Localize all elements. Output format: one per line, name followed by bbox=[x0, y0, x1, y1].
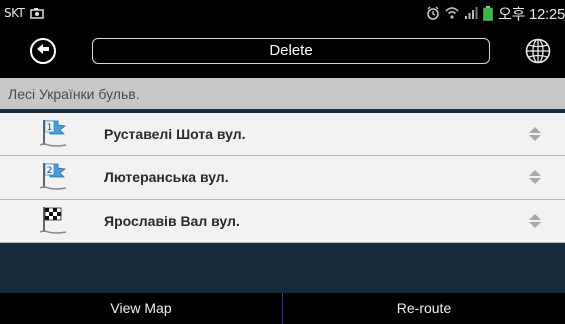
route-start-header: Лесі Українки бульв. bbox=[0, 78, 565, 111]
back-button[interactable] bbox=[30, 38, 56, 64]
drag-handle-icon[interactable] bbox=[528, 213, 542, 229]
delete-button[interactable]: Delete bbox=[92, 38, 490, 64]
svg-text:1: 1 bbox=[47, 123, 53, 133]
view-map-button[interactable]: View Map bbox=[0, 293, 282, 324]
wifi-icon bbox=[445, 6, 459, 20]
alarm-icon bbox=[426, 6, 440, 20]
waypoint-label: Ярославів Вал вул. bbox=[104, 213, 240, 229]
svg-text:2: 2 bbox=[47, 166, 53, 176]
signal-icon bbox=[464, 6, 478, 20]
checkered-flag-icon bbox=[39, 205, 70, 235]
drag-handle-icon[interactable] bbox=[528, 126, 542, 142]
list-item[interactable]: 2 Лютеранська вул. bbox=[0, 156, 565, 200]
clock-time: 오후 12:25 bbox=[498, 5, 565, 23]
battery-icon bbox=[483, 5, 493, 21]
globe-button[interactable] bbox=[524, 37, 552, 65]
carrier-label: SKT bbox=[4, 6, 25, 20]
back-arrow-icon bbox=[36, 42, 50, 60]
route-waypoint-list: 1 Руставелі Шота вул. 2 Лютеранська вул. bbox=[0, 113, 565, 243]
reroute-button[interactable]: Re-route bbox=[283, 293, 565, 324]
waypoint-flag-1-icon: 1 bbox=[39, 118, 70, 148]
waypoint-label: Лютеранська вул. bbox=[104, 169, 229, 185]
globe-icon bbox=[524, 38, 552, 69]
drag-handle-icon[interactable] bbox=[528, 169, 542, 185]
waypoint-flag-2-icon: 2 bbox=[39, 161, 70, 191]
toolbar: Delete bbox=[0, 26, 565, 78]
list-item[interactable]: Ярославів Вал вул. bbox=[0, 200, 565, 243]
list-item[interactable]: 1 Руставелі Шота вул. bbox=[0, 113, 565, 156]
bottom-action-bar: View Map Re-route bbox=[0, 293, 565, 324]
status-bar: SKT 오후 12:25 bbox=[0, 0, 565, 26]
waypoint-label: Руставелі Шота вул. bbox=[104, 126, 246, 142]
photo-icon bbox=[30, 7, 45, 19]
